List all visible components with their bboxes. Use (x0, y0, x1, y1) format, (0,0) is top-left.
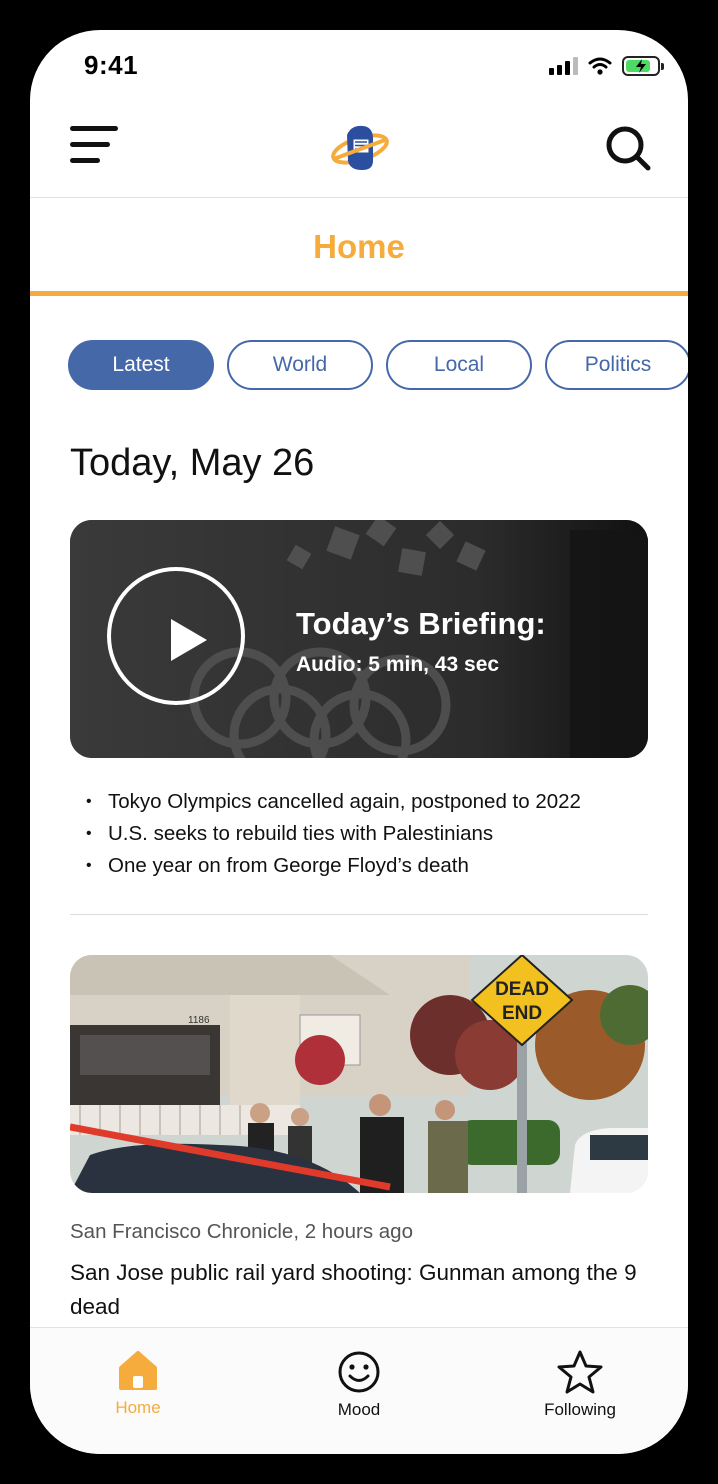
list-item: U.S. seeks to rebuild ties with Palestin… (86, 818, 581, 850)
status-time: 9:41 (84, 50, 139, 80)
category-tabs: Latest World Local Politics (68, 340, 688, 390)
nav-home[interactable]: Home (78, 1350, 198, 1418)
list-item: One year on from George Floyd’s death (86, 850, 581, 882)
title-underline (30, 291, 688, 296)
star-icon (557, 1350, 603, 1394)
sign-line-1: DEAD (495, 979, 549, 1000)
article-photo-illustration: 1186 DEAD END (70, 955, 648, 1193)
signal-icon (549, 57, 578, 75)
nav-mood-label: Mood (337, 1400, 381, 1419)
nav-mood[interactable]: Mood (299, 1350, 419, 1420)
phone-frame: 9:41 Home Latest World Local Politics To… (0, 0, 718, 1484)
briefing-title: Today’s Briefing: (296, 606, 546, 641)
article-source: San Francisco Chronicle, 2 hours ago (70, 1220, 413, 1243)
tab-politics[interactable]: Politics (545, 340, 688, 390)
nav-following-label: Following (544, 1400, 616, 1419)
date-heading: Today, May 26 (70, 442, 315, 484)
sign-line-2: END (502, 1003, 542, 1024)
article-image[interactable]: 1186 DEAD END (70, 955, 648, 1193)
tab-world[interactable]: World (227, 340, 373, 390)
header-divider (30, 197, 688, 198)
battery-icon (622, 56, 664, 76)
smiley-icon (338, 1351, 380, 1393)
search-icon[interactable] (604, 124, 652, 172)
menu-button[interactable] (70, 126, 118, 166)
briefing-card[interactable]: Today’s Briefing: Audio: 5 min, 43 sec (70, 520, 648, 758)
status-icons (549, 56, 664, 76)
article-headline[interactable]: San Jose public rail yard shooting: Gunm… (70, 1256, 650, 1324)
briefing-duration: Audio: 5 min, 43 sec (296, 653, 500, 676)
app-logo (331, 125, 389, 170)
wifi-icon (588, 57, 612, 75)
play-icon (171, 619, 207, 661)
briefing-bullets: Tokyo Olympics cancelled again, postpone… (86, 786, 581, 882)
nav-following[interactable]: Following (520, 1350, 640, 1420)
tab-local[interactable]: Local (386, 340, 532, 390)
page-title: Home (313, 228, 405, 265)
bottom-nav: Home Mood Following (30, 1327, 688, 1454)
play-button[interactable] (107, 567, 245, 705)
tab-latest[interactable]: Latest (68, 340, 214, 390)
nav-home-label: Home (115, 1398, 161, 1417)
section-divider (70, 914, 648, 915)
screen: 9:41 Home Latest World Local Politics To… (30, 30, 688, 1454)
house-number: 1186 (188, 1015, 210, 1026)
home-icon (119, 1351, 157, 1390)
list-item: Tokyo Olympics cancelled again, postpone… (86, 786, 581, 818)
